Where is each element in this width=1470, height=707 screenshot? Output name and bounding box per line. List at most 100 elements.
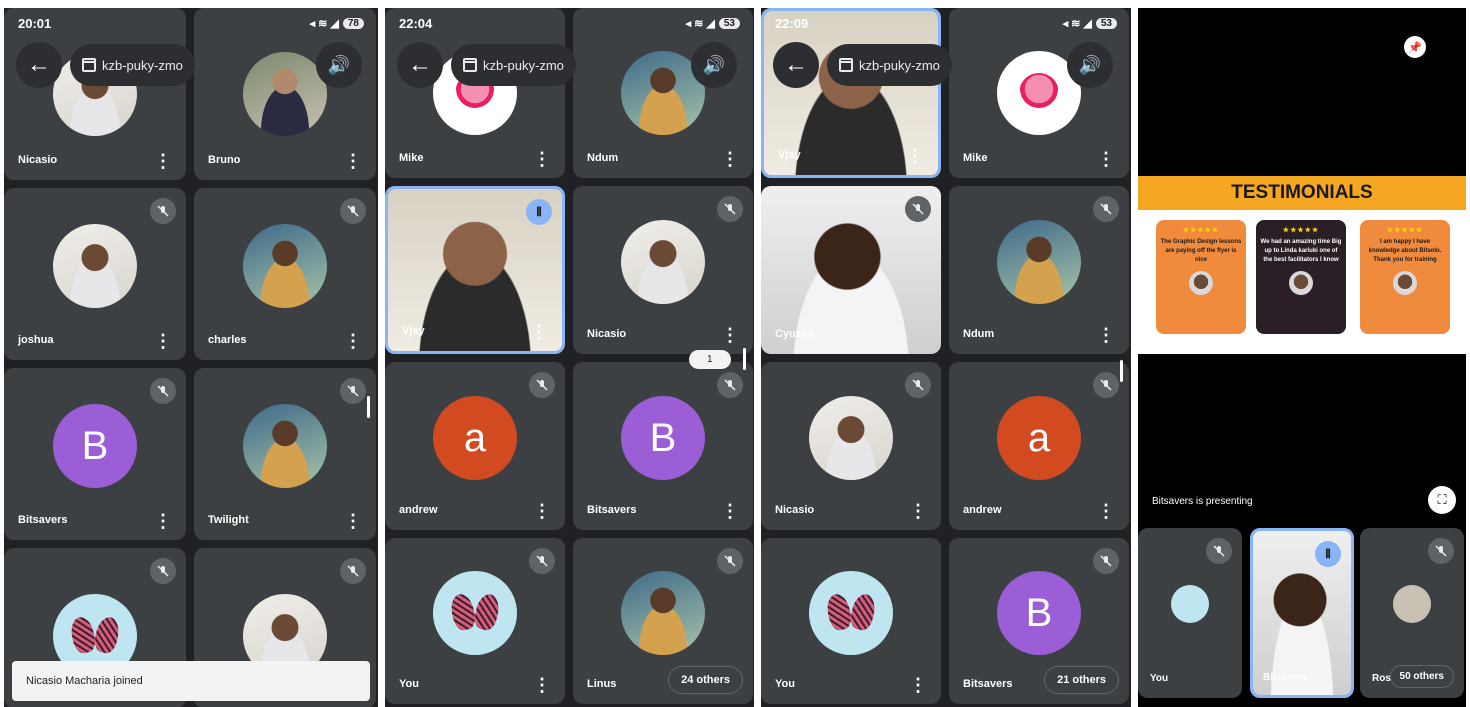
participant-tile[interactable]: B Bitsavers ⋮ xyxy=(573,362,753,530)
calendar-icon xyxy=(82,58,96,72)
participant-tile[interactable]: joshua ⋮ xyxy=(4,188,186,360)
avatar xyxy=(809,396,893,480)
more-options-icon[interactable]: ⋮ xyxy=(533,676,551,694)
more-options-icon[interactable]: ⋮ xyxy=(1097,326,1115,344)
participant-name: Cyusen xyxy=(775,328,815,340)
testimonial-card: ★★★★★ We had an amazing time Big up to L… xyxy=(1256,220,1346,334)
mic-off-icon xyxy=(717,548,743,574)
presenting-label: Bitsavers is presenting xyxy=(1152,496,1253,507)
participant-name: Bitsavers xyxy=(963,678,1013,690)
speaker-icon: 🔊 xyxy=(702,54,726,75)
others-count-button[interactable]: 24 others xyxy=(668,666,743,694)
scrollbar[interactable] xyxy=(1455,308,1458,330)
join-toast: Nicasio Macharia joined xyxy=(12,661,370,701)
avatar xyxy=(1393,271,1417,295)
participant-name: You xyxy=(775,678,795,690)
mic-off-icon xyxy=(905,372,931,398)
participant-tile[interactable]: Rose 50 others xyxy=(1360,528,1464,698)
participant-tile[interactable]: Cyusen xyxy=(761,186,941,354)
more-options-icon[interactable]: ⋮ xyxy=(906,147,924,165)
more-options-icon[interactable]: ⋮ xyxy=(909,676,927,694)
avatar xyxy=(621,571,705,655)
signal-icon: ◂ ≋ ◢ xyxy=(1062,17,1092,30)
pin-icon[interactable]: 📌 xyxy=(1404,36,1426,58)
avatar xyxy=(243,404,327,488)
mic-off-icon xyxy=(1093,372,1119,398)
rating-stars: ★★★★★ xyxy=(1282,227,1320,234)
participant-tile[interactable]: Linus 24 others xyxy=(573,538,753,704)
more-options-icon[interactable]: ⋮ xyxy=(533,502,551,520)
meeting-code: kzb-puky-zmo xyxy=(483,57,564,73)
participant-name: You xyxy=(399,678,419,690)
back-button[interactable]: ← xyxy=(16,42,62,88)
participant-name: Ndum xyxy=(587,152,619,164)
participant-name: Bitsavers xyxy=(1263,672,1309,683)
participant-name: Ndum xyxy=(963,328,995,340)
more-options-icon[interactable]: ⋮ xyxy=(1097,502,1115,520)
participant-tile[interactable]: B Bitsavers ⋮ xyxy=(4,368,186,540)
rating-stars: ★★★★★ xyxy=(1182,227,1220,234)
participant-tile[interactable]: charles ⋮ xyxy=(194,188,376,360)
meeting-info-pill[interactable]: kzb-puky-zmo xyxy=(70,44,195,86)
meeting-info-pill[interactable]: kzb-puky-zmo xyxy=(451,44,576,86)
scrollbar[interactable] xyxy=(367,396,370,418)
participant-tile[interactable]: You xyxy=(1138,528,1242,698)
clock: 22:04 xyxy=(399,15,433,31)
participant-tile-active[interactable]: ⦀ Bitsavers xyxy=(1250,528,1354,698)
signal-icon: ◂ ≋ ◢ xyxy=(309,17,339,30)
participant-name: Nicasio xyxy=(587,328,627,340)
mic-off-icon xyxy=(1093,196,1119,222)
participant-name: andrew xyxy=(963,504,1002,516)
participant-name: Bruno xyxy=(208,154,241,166)
participant-tile[interactable]: Nicasio ⋮ xyxy=(573,186,753,354)
meet-screen-presentation: 📌 TESTIMONIALS ★★★★★ The Graphic Design … xyxy=(1138,8,1466,707)
more-options-icon[interactable]: ⋮ xyxy=(1097,150,1115,168)
participant-tile[interactable]: Twilight ⋮ xyxy=(194,368,376,540)
participant-tile-active[interactable]: ⦀ Vjay ⋮ xyxy=(385,186,565,354)
others-count-button[interactable]: 50 others xyxy=(1389,665,1454,688)
more-options-icon[interactable]: ⋮ xyxy=(721,502,739,520)
more-options-icon[interactable]: ⋮ xyxy=(533,150,551,168)
mic-off-icon xyxy=(529,548,555,574)
participant-name: Vjay xyxy=(402,325,425,337)
avatar xyxy=(1171,585,1209,623)
meeting-info-pill[interactable]: kzb-puky-zmo xyxy=(827,44,952,86)
fullscreen-icon[interactable]: ⛶ xyxy=(1428,486,1456,514)
avatar xyxy=(1289,271,1313,295)
more-options-icon[interactable]: ⋮ xyxy=(530,323,548,341)
scrollbar[interactable] xyxy=(1120,360,1123,382)
others-count-button[interactable]: 21 others xyxy=(1044,666,1119,694)
more-options-icon[interactable]: ⋮ xyxy=(344,332,362,350)
avatar-initial: B xyxy=(53,404,137,488)
speaker-button[interactable]: 🔊 xyxy=(1067,42,1113,88)
more-options-icon[interactable]: ⋮ xyxy=(721,150,739,168)
participant-tile[interactable]: a andrew ⋮ xyxy=(385,362,565,530)
more-options-icon[interactable]: ⋮ xyxy=(154,512,172,530)
status-bar: 22:04 ◂ ≋ ◢ 53 xyxy=(399,12,740,34)
more-options-icon[interactable]: ⋮ xyxy=(721,326,739,344)
speaking-indicator-icon: ⦀ xyxy=(1315,541,1341,567)
scrollbar[interactable] xyxy=(743,348,746,370)
battery-badge: 78 xyxy=(342,17,364,29)
back-button[interactable]: ← xyxy=(397,42,443,88)
mic-off-icon xyxy=(340,558,366,584)
participant-tile[interactable]: You ⋮ xyxy=(385,538,565,704)
participant-tile[interactable]: You ⋮ xyxy=(761,538,941,704)
more-options-icon[interactable]: ⋮ xyxy=(344,152,362,170)
arrow-left-icon: ← xyxy=(27,51,51,78)
speaker-button[interactable]: 🔊 xyxy=(691,42,737,88)
mic-off-icon xyxy=(529,372,555,398)
more-options-icon[interactable]: ⋮ xyxy=(154,332,172,350)
back-button[interactable]: ← xyxy=(773,42,819,88)
participant-tile[interactable]: Ndum ⋮ xyxy=(949,186,1129,354)
participant-tile[interactable]: B Bitsavers 21 others xyxy=(949,538,1129,704)
arrow-left-icon: ← xyxy=(784,51,808,78)
speaker-button[interactable]: 🔊 xyxy=(316,42,362,88)
participant-tile[interactable]: Nicasio ⋮ xyxy=(761,362,941,530)
mic-off-icon xyxy=(1206,538,1232,564)
more-options-icon[interactable]: ⋮ xyxy=(909,502,927,520)
more-options-icon[interactable]: ⋮ xyxy=(344,512,362,530)
avatar-initial: B xyxy=(621,396,705,480)
more-options-icon[interactable]: ⋮ xyxy=(154,152,172,170)
participant-tile[interactable]: a andrew ⋮ xyxy=(949,362,1129,530)
